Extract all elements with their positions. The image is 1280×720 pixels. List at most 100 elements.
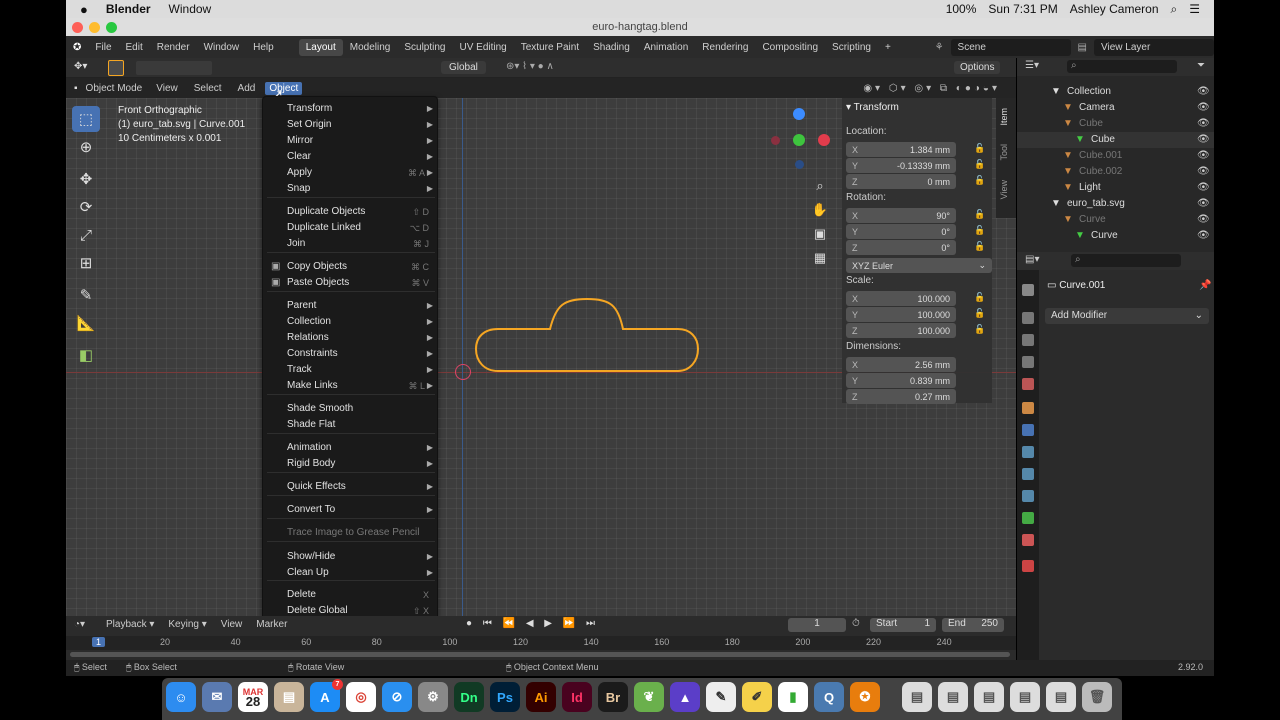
- menu-keying[interactable]: Keying ▾: [168, 619, 206, 630]
- finder-icon[interactable]: ☺: [166, 682, 196, 712]
- tab-texture-paint[interactable]: Texture Paint: [514, 39, 586, 56]
- timeline-ruler[interactable]: 1 20 40 60 80 100 120 140 160 180 200 220 240: [66, 636, 1016, 650]
- menu-add[interactable]: Add: [232, 82, 262, 95]
- view-layer-tab-icon[interactable]: [1022, 356, 1034, 368]
- app-menu[interactable]: Blender: [106, 2, 151, 16]
- outliner-row[interactable]: ▼ Cube 👁: [1017, 116, 1214, 132]
- data-tab-icon[interactable]: [1022, 512, 1034, 524]
- location-x-field[interactable]: X 1.384 mm: [846, 142, 956, 157]
- scale-z-field[interactable]: Z 100.000: [846, 323, 956, 338]
- menu-item-constraints[interactable]: Constraints ▶: [263, 346, 439, 362]
- trash-icon[interactable]: 🗑: [1082, 682, 1112, 712]
- scene-tab-icon[interactable]: [1022, 378, 1034, 390]
- tab-compositing[interactable]: Compositing: [755, 39, 825, 56]
- menu-edit[interactable]: Edit: [119, 39, 150, 56]
- neg-z-axis-gizmo-icon[interactable]: [795, 160, 804, 169]
- menu-item-copy-objects[interactable]: ▣ Copy Objects ⌘ C: [263, 259, 439, 275]
- start-frame-field[interactable]: Start 1: [870, 618, 936, 632]
- notes-app-icon[interactable]: ▤: [274, 682, 304, 712]
- calendar-icon[interactable]: MAR 28: [238, 682, 268, 712]
- constraints-tab-icon[interactable]: [1022, 490, 1034, 502]
- annotate-tool-icon[interactable]: ✎: [72, 282, 100, 308]
- location-y-field[interactable]: Y -0.13339 mm: [846, 158, 956, 173]
- outliner-row[interactable]: ▼ Light 👁: [1017, 180, 1214, 196]
- minimize-window-button[interactable]: [89, 22, 100, 33]
- properties-search-icon[interactable]: ⌕: [1071, 254, 1181, 267]
- add-cube-tool-icon[interactable]: ◧: [72, 342, 100, 368]
- scene-selector[interactable]: Scene: [950, 38, 1071, 56]
- playhead-frame[interactable]: 1: [92, 637, 106, 647]
- tab-sculpting[interactable]: Sculpting: [397, 39, 452, 56]
- close-window-button[interactable]: [72, 22, 83, 33]
- render-tab-icon[interactable]: [1022, 312, 1034, 324]
- leaf-app-icon[interactable]: ❦: [634, 682, 664, 712]
- document-icon-3[interactable]: ▤: [974, 682, 1004, 712]
- menu-item-paste-objects[interactable]: ▣ Paste Objects ⌘ V: [263, 275, 439, 291]
- menu-item-rigid-body[interactable]: Rigid Body ▶: [263, 456, 439, 472]
- eye-icon[interactable]: 👁: [1197, 84, 1210, 100]
- search-icon[interactable]: ⌕: [1171, 2, 1178, 17]
- menu-timeline-view[interactable]: View: [221, 619, 243, 630]
- menu-file[interactable]: File: [88, 39, 118, 56]
- outliner-row[interactable]: ▼ euro_tab.svg 👁: [1017, 196, 1214, 212]
- outliner-row[interactable]: ▼ Curve 👁: [1017, 228, 1214, 244]
- eye-icon[interactable]: 👁: [1197, 116, 1210, 132]
- end-frame-field[interactable]: End 250: [942, 618, 1004, 632]
- filter-icon[interactable]: ⏷: [1197, 60, 1205, 71]
- menu-item-animation[interactable]: Animation ▶: [263, 440, 439, 456]
- mode-selector[interactable]: Object Mode: [82, 82, 147, 95]
- app-store-icon[interactable]: A7: [310, 679, 343, 712]
- tab-item[interactable]: Item: [999, 108, 1009, 126]
- z-axis-gizmo-icon[interactable]: [793, 108, 805, 120]
- transform-panel-header[interactable]: ▾ Transform: [846, 102, 899, 113]
- current-frame-field[interactable]: 1: [788, 618, 846, 632]
- editor-type-icon[interactable]: ✥▾: [74, 61, 87, 72]
- dimensions-x-field[interactable]: X 2.56 mm: [846, 357, 956, 372]
- menu-item-apply[interactable]: Apply ⌘ A ▶: [263, 165, 439, 181]
- blender-logo-icon[interactable]: ✪: [66, 39, 88, 56]
- tab-modeling[interactable]: Modeling: [343, 39, 398, 56]
- indesign-icon[interactable]: Id: [562, 682, 592, 712]
- menu-item-track[interactable]: Track ▶: [263, 362, 439, 378]
- selection-mode-buttons[interactable]: [136, 61, 212, 75]
- outliner-row[interactable]: ▼ Cube 👁: [1017, 132, 1214, 148]
- menu-item-snap[interactable]: Snap ▶: [263, 181, 439, 197]
- menu-window[interactable]: Window: [197, 39, 247, 56]
- menu-item-join[interactable]: Join ⌘ J: [263, 236, 439, 252]
- lock-icon[interactable]: 🔓: [974, 324, 985, 335]
- rotation-y-field[interactable]: Y 0°: [846, 224, 956, 239]
- measure-tool-icon[interactable]: 📐: [72, 310, 100, 336]
- pan-hand-icon[interactable]: ✋: [810, 198, 830, 222]
- safari-icon[interactable]: ⊘: [382, 682, 412, 712]
- lock-icon[interactable]: 🔓: [974, 143, 985, 154]
- select-tool-icon[interactable]: [108, 60, 124, 76]
- lock-icon[interactable]: 🔓: [974, 175, 985, 186]
- texture-tab-icon[interactable]: [1022, 560, 1034, 572]
- transform-tool-icon[interactable]: ⊞: [72, 250, 100, 276]
- preview-icon[interactable]: ✉: [202, 682, 232, 712]
- 3d-cursor-icon[interactable]: [455, 364, 471, 380]
- scale-x-field[interactable]: X 100.000: [846, 291, 956, 306]
- tab-rendering[interactable]: Rendering: [695, 39, 755, 56]
- quicktime-icon[interactable]: Q: [814, 682, 844, 712]
- rotation-z-field[interactable]: Z 0°: [846, 240, 956, 255]
- chrome-icon[interactable]: ◎: [346, 682, 376, 712]
- menu-help[interactable]: Help: [246, 39, 281, 56]
- pages-icon[interactable]: ✐: [742, 682, 772, 712]
- system-preferences-icon[interactable]: ⚙: [418, 682, 448, 712]
- menu-select[interactable]: Select: [188, 82, 228, 95]
- move-tool-icon[interactable]: ✥: [72, 166, 100, 192]
- viewport-shading-icons[interactable]: ◉▾ ⬡▾ ◎▾ ⧉ ◐●◑◒▾: [863, 83, 1000, 94]
- lock-icon[interactable]: 🔓: [974, 209, 985, 220]
- x-axis-gizmo-icon[interactable]: [818, 134, 830, 146]
- outliner-row[interactable]: ▼ Camera 👁: [1017, 100, 1214, 116]
- menu-item-quick-effects[interactable]: Quick Effects ▶: [263, 479, 439, 495]
- illustrator-icon[interactable]: Ai: [526, 682, 556, 712]
- menu-item-clean-up[interactable]: Clean Up ▶: [263, 565, 439, 581]
- pivot-icon[interactable]: ⊛▾ ⌇ ▾ ● ∧: [506, 61, 554, 72]
- numbers-icon[interactable]: ▮: [778, 682, 808, 712]
- rotation-x-field[interactable]: X 90°: [846, 208, 956, 223]
- menu-item-set-origin[interactable]: Set Origin ▶: [263, 117, 439, 133]
- eye-icon[interactable]: 👁: [1197, 100, 1210, 116]
- tab-uv-editing[interactable]: UV Editing: [452, 39, 513, 56]
